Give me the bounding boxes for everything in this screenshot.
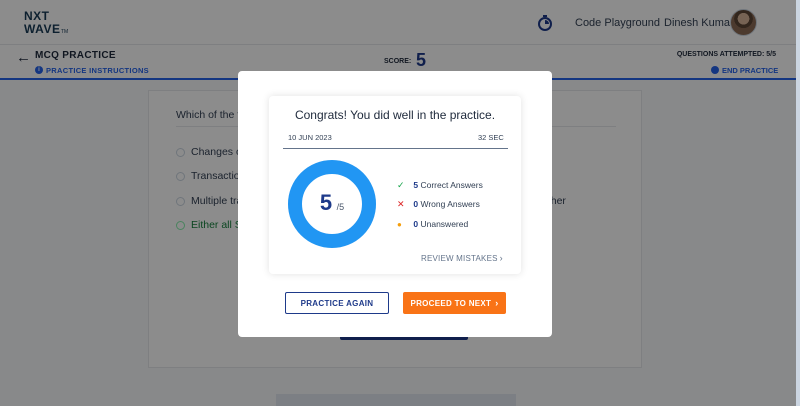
stat-label: Correct Answers (420, 180, 483, 190)
unanswered-stat: ● 0 Unanswered (397, 219, 468, 229)
cross-icon: ✕ (397, 199, 405, 209)
score-number: 5 (319, 190, 333, 215)
stat-label: Unanswered (420, 219, 469, 229)
review-mistakes-label: REVIEW MISTAKES (421, 254, 498, 263)
stat-count: 0 (413, 219, 419, 229)
review-mistakes-link[interactable]: REVIEW MISTAKES › (421, 253, 503, 263)
practice-duration: 32 SEC (478, 133, 504, 142)
practice-again-button[interactable]: PRACTICE AGAIN (285, 292, 389, 314)
practice-date: 10 JUN 2023 (288, 133, 332, 142)
chevron-right-icon: › (499, 253, 503, 263)
congrats-message: Congrats! You did well in the practice. (294, 108, 496, 122)
card-divider (283, 148, 508, 149)
stat-label: Wrong Answers (420, 199, 480, 209)
chevron-right-icon: › (495, 298, 499, 308)
wrong-answers-stat: ✕ 0 Wrong Answers (397, 199, 480, 210)
scrollbar[interactable] (796, 0, 800, 406)
proceed-to-next-button[interactable]: PROCEED TO NEXT › (403, 292, 506, 314)
proceed-label: PROCEED TO NEXT (410, 299, 492, 308)
score-total: /5 (336, 202, 345, 212)
check-icon: ✓ (397, 180, 405, 190)
score-display: 5 /5 (288, 190, 376, 216)
stat-count: 5 (413, 180, 419, 190)
dot-icon: ● (397, 220, 402, 229)
stat-count: 0 (413, 199, 419, 209)
correct-answers-stat: ✓ 5 Correct Answers (397, 180, 483, 191)
